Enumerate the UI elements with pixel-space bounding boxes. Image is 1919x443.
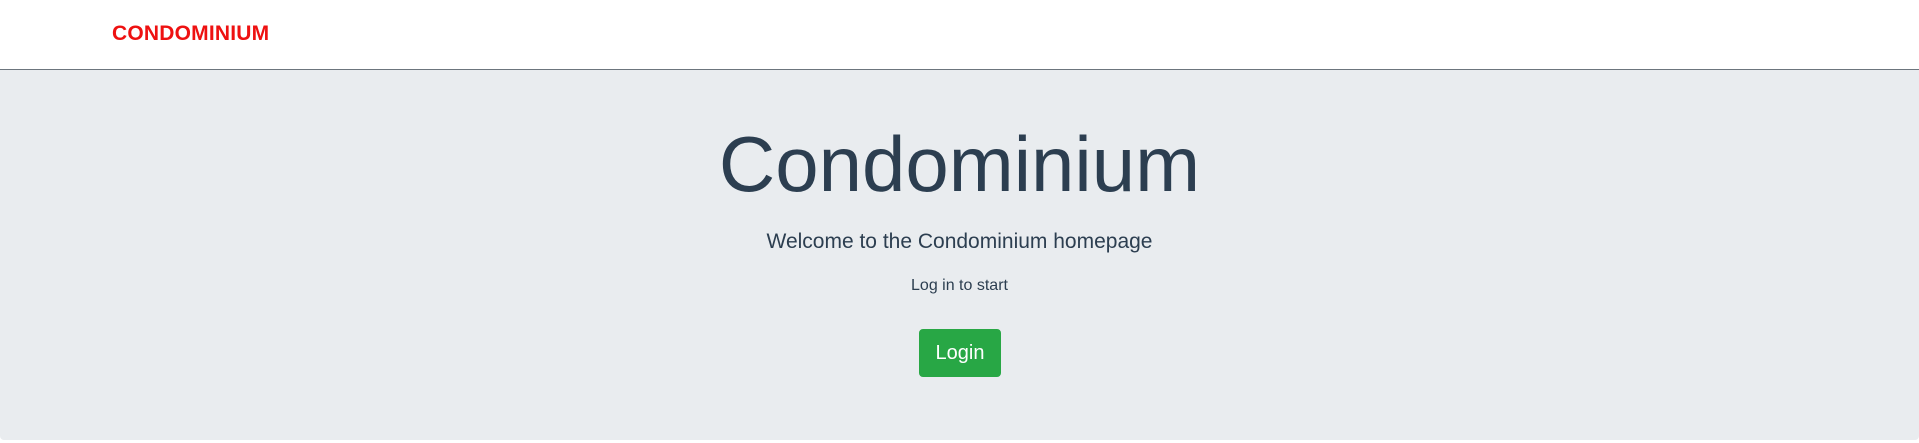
- brand-link[interactable]: CONDOMINIUM: [112, 22, 269, 46]
- login-prompt-text: Log in to start: [911, 277, 1008, 294]
- login-button[interactable]: Login: [919, 329, 1001, 377]
- page-title: Condominium: [718, 120, 1201, 208]
- welcome-text: Welcome to the Condominium homepage: [766, 230, 1153, 253]
- top-navbar: CONDOMINIUM: [0, 0, 1919, 70]
- hero-jumbotron: Condominium Welcome to the Condominium h…: [0, 70, 1919, 440]
